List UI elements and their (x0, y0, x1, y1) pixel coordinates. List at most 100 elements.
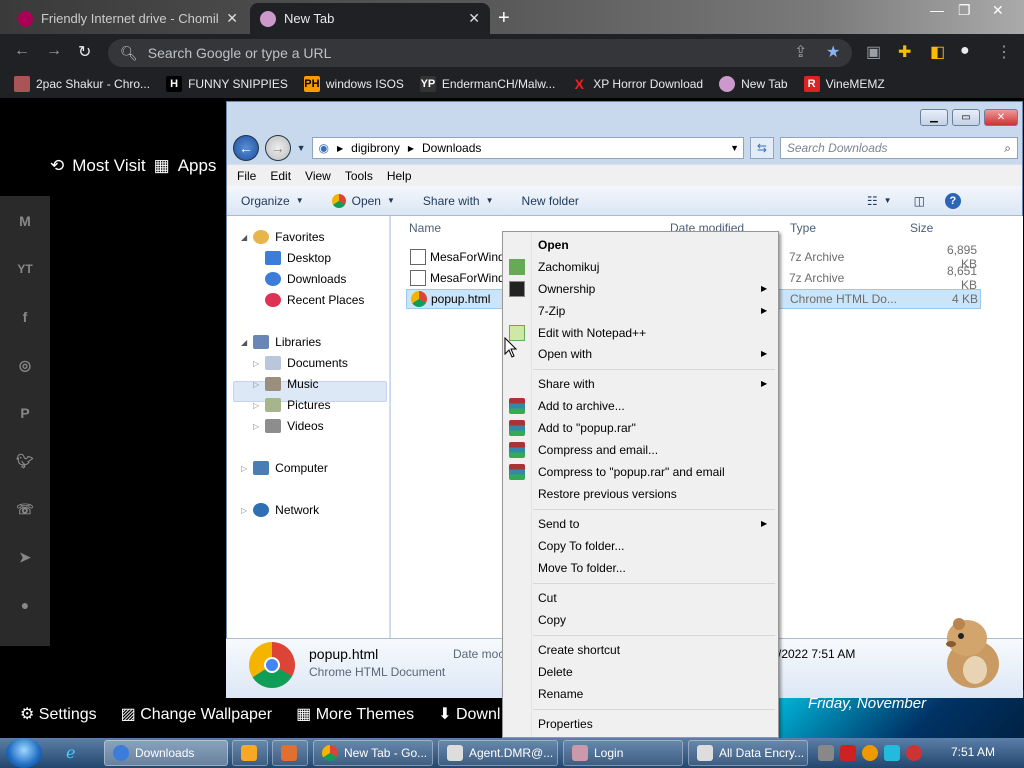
nav-recent-places[interactable]: Recent Places (265, 293, 364, 307)
menu-item-compress-rar-email[interactable]: Compress to "popup.rar" and email (538, 465, 725, 479)
breadcrumb-digibrony[interactable]: digibrony (351, 141, 400, 155)
explorer-forward-button[interactable]: → (264, 135, 291, 161)
nav-downloads[interactable]: Downloads (265, 272, 346, 286)
tab-new-tab[interactable]: New Tab ✕ (250, 3, 490, 34)
column-type[interactable]: Type (790, 221, 816, 235)
menu-item-share-with[interactable]: Share with (538, 377, 595, 391)
breadcrumb-chevron-icon[interactable]: ▶ (337, 144, 343, 153)
open-button[interactable]: Open ▼ (331, 193, 395, 208)
close-window-icon[interactable]: ✕ (992, 2, 1004, 19)
puzzle-icon[interactable]: ✚ (898, 42, 911, 62)
settings-link[interactable]: ⚙ Settings (20, 704, 97, 724)
nav-music[interactable]: ▷ Music (253, 377, 319, 391)
menu-item-copy[interactable]: Copy (538, 613, 566, 627)
organize-button[interactable]: Organize ▼ (241, 194, 304, 208)
whatsapp-icon[interactable]: ☏ (8, 492, 42, 526)
bookmark-funny-snippies[interactable]: H FUNNY SNIPPIES (166, 76, 288, 92)
omnibox[interactable]: 🔍︎ Search Google or type a URL (108, 39, 852, 67)
reddit-icon[interactable]: ● (8, 588, 42, 622)
menu-item-copy-to-folder[interactable]: Copy To folder... (538, 539, 625, 553)
bookmark-2pac[interactable]: 2pac Shakur - Chro... (14, 76, 150, 92)
menu-item-cut[interactable]: Cut (538, 591, 557, 605)
bookmark-endermanch[interactable]: YP EndermanCH/Malw... (419, 76, 555, 92)
taskbar-item-agent[interactable]: Agent.DMR@... (438, 740, 558, 766)
taskbar-item-login[interactable]: Login (563, 740, 683, 766)
apps-link[interactable]: Apps (178, 156, 217, 176)
nav-videos[interactable]: ▷ Videos (253, 419, 324, 433)
taskbar-clock[interactable]: 7:51 AM (951, 745, 995, 759)
taskbar-item-media[interactable] (232, 740, 268, 766)
pinterest-icon[interactable]: P (8, 396, 42, 430)
close-icon[interactable]: ✕ (468, 10, 480, 27)
address-bar[interactable]: ◉ ▶ digibrony ▶ Downloads ▼ (311, 137, 745, 159)
nav-desktop[interactable]: Desktop (265, 251, 331, 265)
youtube-icon[interactable]: YT (8, 252, 42, 286)
view-options-button[interactable]: ☷ ▼ (867, 194, 892, 208)
menu-item-zachomikuj[interactable]: Zachomikuj (538, 260, 599, 274)
address-dropdown-icon[interactable]: ▼ (730, 143, 739, 153)
explorer-back-button[interactable]: ← (233, 135, 259, 161)
start-button[interactable] (6, 738, 42, 768)
more-themes-link[interactable]: ▦ More Themes (296, 704, 414, 724)
menu-item-ownership[interactable]: Ownership (538, 282, 595, 296)
menu-help[interactable]: Help (387, 169, 412, 183)
menu-item-open[interactable]: Open (538, 238, 569, 252)
menu-file[interactable]: File (237, 169, 256, 183)
menu-item-add-archive[interactable]: Add to archive... (538, 399, 625, 413)
tray-search-icon[interactable] (862, 745, 878, 761)
most-visited-link[interactable]: Most Visit (72, 156, 145, 176)
bookmark-vinememz[interactable]: R VineMEMZ (803, 76, 885, 92)
expand-icon[interactable]: ▷ (253, 422, 259, 431)
menu-icon[interactable]: ⋮ (996, 42, 1012, 62)
menu-view[interactable]: View (305, 169, 331, 183)
twitter-icon[interactable]: 🐦︎ (8, 444, 42, 478)
change-wallpaper-link[interactable]: ▨ Change Wallpaper (121, 704, 273, 724)
expand-icon[interactable]: ▷ (241, 506, 247, 515)
help-button[interactable]: ? (944, 192, 961, 209)
expand-icon[interactable]: ◢ (241, 338, 247, 347)
nav-libraries[interactable]: ◢ Libraries (241, 335, 321, 349)
menu-item-move-to-folder[interactable]: Move To folder... (538, 561, 626, 575)
tray-network-icon[interactable] (884, 745, 900, 761)
menu-item-send-to[interactable]: Send to (538, 517, 579, 531)
internet-explorer-icon[interactable]: ℯ (66, 743, 88, 763)
nav-computer[interactable]: ▷ Computer (241, 461, 328, 475)
download-link[interactable]: ⬇ Downl (438, 704, 500, 724)
forward-icon[interactable]: → (46, 42, 62, 60)
new-folder-button[interactable]: New folder (522, 194, 579, 208)
bookmark-windows-isos[interactable]: PH windows ISOS (303, 76, 404, 92)
explorer-maximize-button[interactable]: ▭ (952, 109, 980, 126)
menu-item-add-popup-rar[interactable]: Add to "popup.rar" (538, 421, 636, 435)
expand-icon[interactable]: ▷ (253, 359, 259, 368)
expand-icon[interactable]: ◢ (241, 233, 247, 242)
menu-item-create-shortcut[interactable]: Create shortcut (538, 643, 620, 657)
menu-tools[interactable]: Tools (345, 169, 373, 183)
facebook-icon[interactable]: f (8, 300, 42, 334)
menu-item-delete[interactable]: Delete (538, 665, 573, 679)
taskbar-item-new-tab[interactable]: New Tab - Go... (313, 740, 433, 766)
breadcrumb-chevron-icon[interactable]: ▶ (408, 144, 414, 153)
explorer-minimize-button[interactable]: ▁ (920, 109, 948, 126)
taskbar-item-app[interactable] (272, 740, 308, 766)
tray-app-icon[interactable] (818, 745, 834, 761)
instagram-icon[interactable]: ◎ (8, 348, 42, 382)
menu-item-edit-notepadpp[interactable]: Edit with Notepad++ (538, 326, 646, 340)
share-icon[interactable]: ⇪ (794, 42, 807, 62)
menu-item-rename[interactable]: Rename (538, 687, 583, 701)
preview-pane-button[interactable]: ◫ (914, 194, 925, 208)
extension-icon[interactable]: ▣ (866, 42, 881, 62)
bookmark-xp-horror[interactable]: X XP Horror Download (571, 76, 704, 92)
tray-record-icon[interactable] (906, 745, 922, 761)
minimize-icon[interactable]: — (930, 2, 944, 18)
star-icon[interactable]: ★ (826, 42, 840, 62)
menu-item-compress-email[interactable]: Compress and email... (538, 443, 658, 457)
explorer-close-button[interactable]: ✕ (984, 109, 1018, 126)
refresh-button[interactable]: ⇆ (750, 137, 774, 159)
back-icon[interactable]: ← (14, 42, 30, 60)
profile-icon[interactable]: ● (960, 42, 970, 60)
close-icon[interactable]: ✕ (226, 10, 238, 27)
reload-icon[interactable]: ↻ (78, 42, 91, 62)
menu-item-properties[interactable]: Properties (538, 717, 593, 731)
share-with-button[interactable]: Share with ▼ (423, 194, 494, 208)
nav-network[interactable]: ▷ Network (241, 503, 319, 517)
